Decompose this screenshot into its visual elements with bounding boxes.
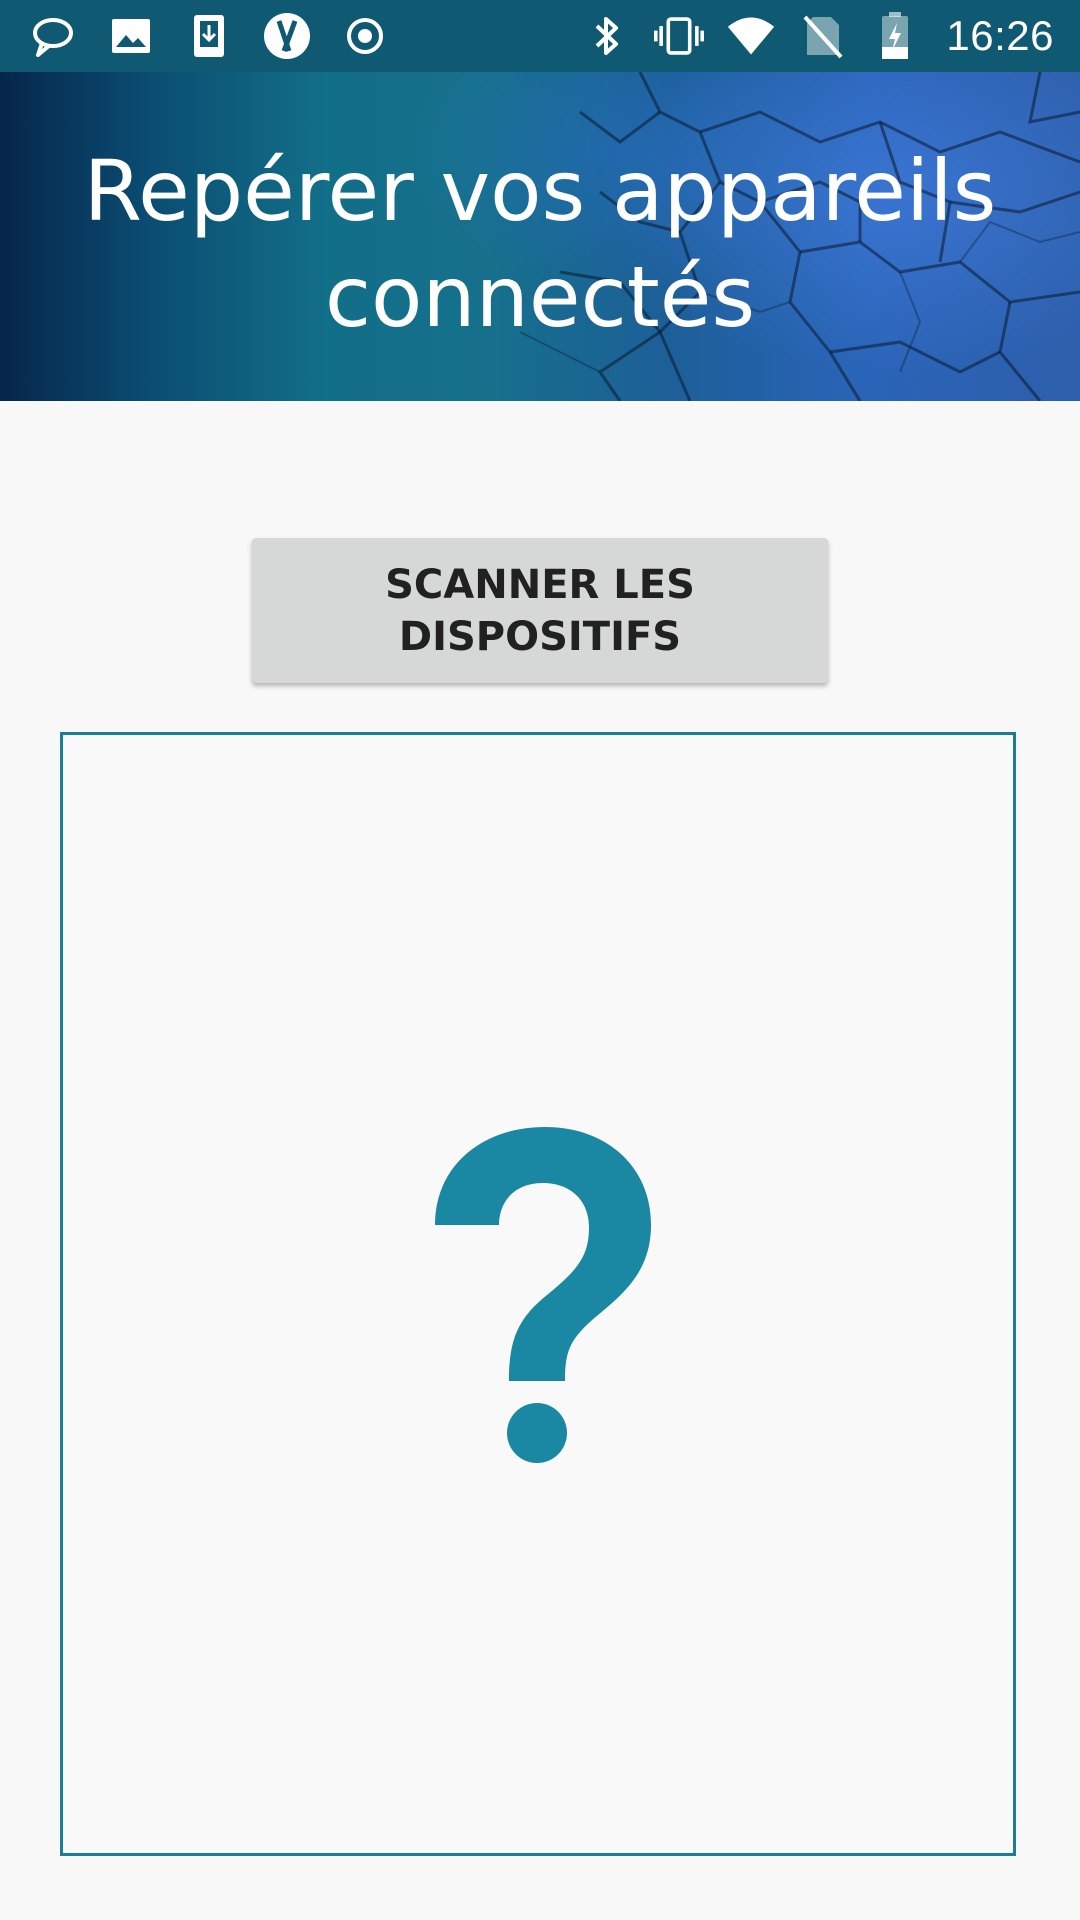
android-icon <box>262 11 312 61</box>
bluetooth-icon <box>582 11 632 61</box>
question-mark-icon <box>435 1127 651 1463</box>
record-icon <box>340 11 390 61</box>
status-bar: 16:26 <box>0 0 1080 72</box>
no-sim-icon <box>798 11 848 61</box>
clock-time: 16:26 <box>946 12 1054 59</box>
vibrate-icon <box>654 11 705 61</box>
image-icon <box>106 11 156 61</box>
chat-bubble-icon <box>28 11 78 61</box>
header-banner: Repérer vos appareils connectés <box>0 72 1080 401</box>
system-status-icons: 16:26 <box>582 0 1054 72</box>
wifi-icon <box>726 11 776 61</box>
page-title: Repérer vos appareils connectés <box>83 142 997 346</box>
scan-result-panel <box>60 732 1016 1856</box>
download-icon <box>184 11 234 61</box>
scan-devices-button[interactable]: SCANNER LES DISPOSITIFS <box>252 538 828 683</box>
battery-charging-icon <box>870 11 920 61</box>
notification-icons <box>28 0 390 72</box>
scan-devices-button-label: SCANNER LES DISPOSITIFS <box>385 561 695 660</box>
